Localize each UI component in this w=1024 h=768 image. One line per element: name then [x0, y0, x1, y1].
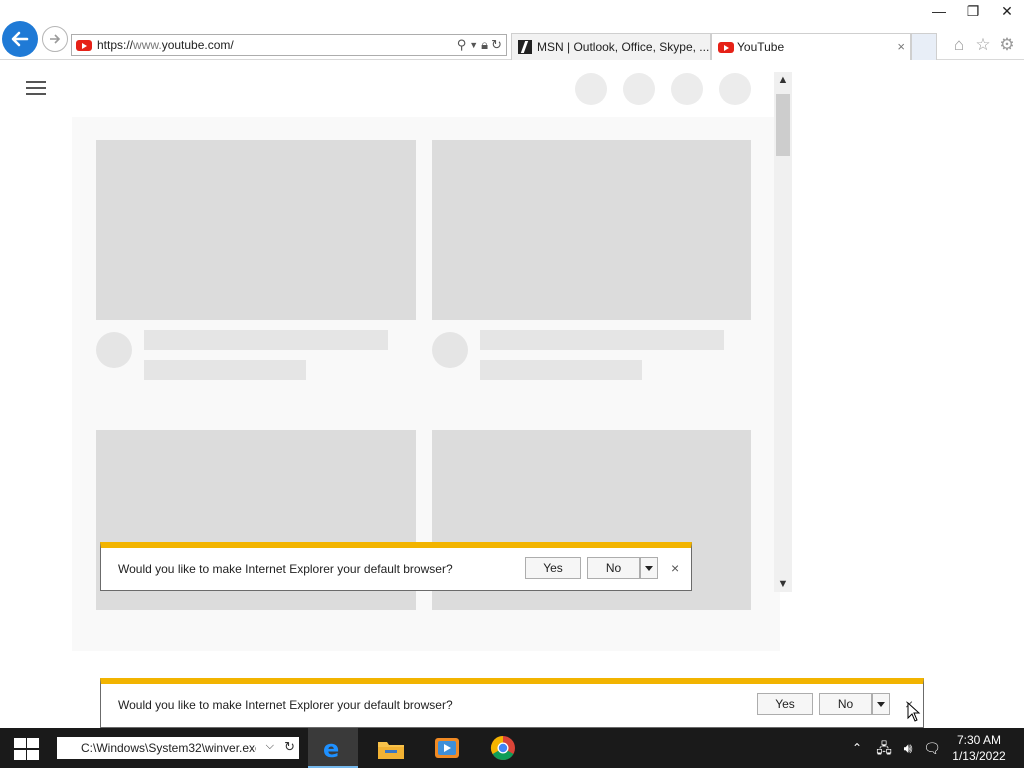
clock-time: 7:30 AM	[956, 733, 1002, 747]
settings-gear-icon[interactable]: ⚙	[996, 34, 1018, 56]
youtube-favicon-icon	[718, 42, 734, 53]
restore-button[interactable]: ❐	[956, 0, 990, 22]
no-dropdown-icon[interactable]	[872, 693, 890, 715]
search-icon[interactable]: ⚲	[457, 37, 467, 53]
search-field-value: C:\Windows\System32\winver.exe	[81, 741, 256, 755]
placeholder-circle	[575, 73, 607, 105]
forward-button[interactable]	[42, 26, 68, 52]
refresh-icon[interactable]: ↻	[284, 739, 295, 755]
tab-close-icon[interactable]: ×	[897, 39, 905, 54]
action-center-icon[interactable]: 🗨︎	[922, 728, 942, 768]
url-www: www.	[133, 38, 162, 52]
scroll-up-icon[interactable]: ▲	[774, 72, 792, 88]
placeholder-circle	[671, 73, 703, 105]
forward-arrow-icon	[50, 34, 61, 44]
title-placeholder	[144, 330, 388, 350]
default-browser-prompt: Would you like to make Internet Explorer…	[100, 678, 924, 728]
prompt-message: Would you like to make Internet Explorer…	[118, 562, 453, 576]
chrome-logo-icon	[490, 736, 515, 761]
browser-chrome: — ❐ ✕ https://www.youtube.com/ ⚲ ▼ 🔒︎ ↻ …	[0, 0, 1024, 60]
placeholder-circle	[623, 73, 655, 105]
meta-placeholder	[144, 360, 306, 380]
chevron-down-icon[interactable]: ⌵	[266, 740, 274, 753]
channel-avatar-placeholder	[96, 332, 132, 368]
lock-icon[interactable]: 🔒︎	[481, 37, 488, 53]
refresh-icon[interactable]: ↻	[491, 37, 502, 53]
msn-favicon-icon	[518, 40, 532, 54]
back-arrow-icon	[11, 31, 29, 47]
clock-date: 1/13/2022	[952, 749, 1006, 763]
no-dropdown-icon[interactable]	[640, 557, 658, 579]
video-thumbnail-placeholder	[96, 140, 416, 320]
url-domain: youtube.com/	[161, 38, 234, 52]
media-player-taskbar-icon[interactable]	[422, 728, 472, 768]
file-explorer-taskbar-icon[interactable]	[366, 728, 416, 768]
no-button[interactable]: No	[587, 557, 640, 579]
page-scrollbar[interactable]: ▲ ▼	[774, 72, 792, 592]
placeholder-circle	[719, 73, 751, 105]
show-hidden-icons-chevron-icon[interactable]: ⌃	[848, 728, 866, 768]
run-search-field[interactable]: C:\Windows\System32\winver.exe ⌵ ↻	[57, 737, 299, 759]
prompt-message: Would you like to make Internet Explorer…	[118, 698, 453, 712]
mouse-cursor-icon	[907, 702, 921, 722]
hamburger-menu-icon[interactable]	[26, 81, 46, 95]
internet-explorer-taskbar-icon[interactable]: e	[308, 728, 358, 768]
tab-youtube[interactable]: YouTube ×	[711, 33, 911, 60]
meta-placeholder	[480, 360, 642, 380]
network-icon[interactable]: 🖧︎	[874, 728, 894, 768]
youtube-page: ▲ ▼ Would you like to make Internet Expl…	[0, 60, 1024, 680]
address-bar[interactable]: https://www.youtube.com/ ⚲ ▼ 🔒︎ ↻	[71, 34, 507, 56]
favorites-star-icon[interactable]: ☆	[972, 34, 994, 56]
tab-label: YouTube	[737, 40, 785, 54]
ie-logo-icon: e	[323, 736, 339, 760]
youtube-favicon-icon	[76, 40, 92, 51]
close-window-button[interactable]: ✕	[990, 0, 1024, 22]
tab-msn[interactable]: MSN | Outlook, Office, Skype, ...	[511, 33, 711, 60]
media-player-icon	[435, 738, 459, 758]
tab-label: MSN | Outlook, Office, Skype, ...	[537, 40, 710, 54]
system-clock[interactable]: 7:30 AM 1/13/2022	[948, 732, 1010, 764]
address-url[interactable]: https://www.youtube.com/	[97, 38, 234, 52]
svg-text:e: e	[323, 736, 339, 760]
yes-button[interactable]: Yes	[757, 693, 813, 715]
back-button[interactable]	[2, 21, 38, 57]
new-tab-button[interactable]	[911, 33, 937, 60]
video-thumbnail-placeholder	[432, 140, 751, 320]
volume-icon[interactable]: 🔊︎	[898, 728, 918, 768]
channel-avatar-placeholder	[432, 332, 468, 368]
home-icon[interactable]: ⌂	[948, 34, 970, 56]
minimize-button[interactable]: —	[922, 0, 956, 22]
scroll-down-icon[interactable]: ▼	[774, 576, 792, 592]
default-browser-prompt-inner: Would you like to make Internet Explorer…	[100, 542, 692, 591]
chrome-taskbar-icon[interactable]	[478, 728, 528, 768]
scrollbar-thumb[interactable]	[776, 94, 790, 156]
url-scheme: https://	[97, 38, 134, 52]
windows-start-icon[interactable]	[12, 738, 40, 760]
folder-icon	[378, 742, 404, 759]
dropdown-arrow-icon[interactable]: ▼	[469, 40, 478, 50]
yes-button[interactable]: Yes	[525, 557, 581, 579]
close-icon[interactable]: ×	[671, 560, 679, 576]
no-button[interactable]: No	[819, 693, 872, 715]
taskbar: C:\Windows\System32\winver.exe ⌵ ↻ e ⌃ 🖧…	[0, 728, 1024, 768]
title-placeholder	[480, 330, 724, 350]
